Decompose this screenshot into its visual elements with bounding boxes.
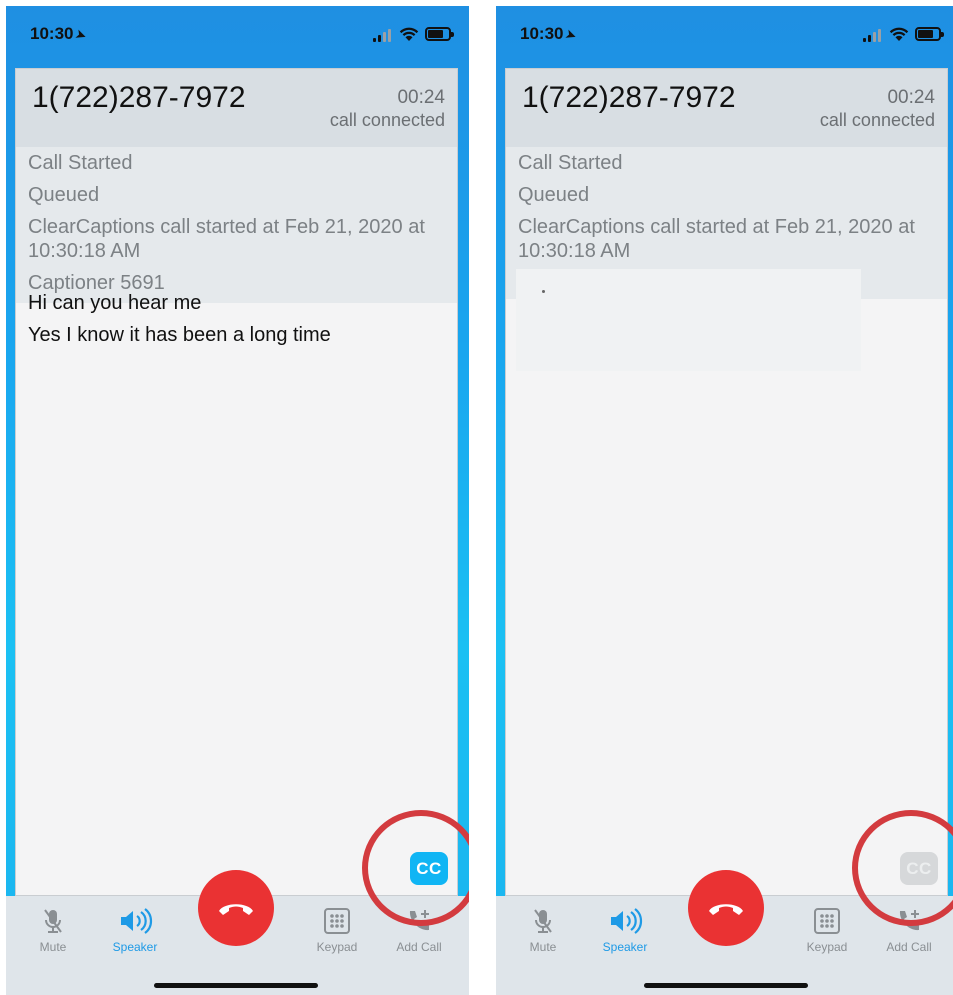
system-log: Call Started Queued ClearCaptions call s… [16, 147, 457, 303]
microphone-muted-icon [44, 909, 62, 933]
end-call-button[interactable] [688, 870, 764, 946]
faded-caption-placeholder [516, 269, 861, 371]
speaker-label: Speaker [112, 940, 158, 954]
hang-up-icon [219, 904, 253, 915]
mute-label: Mute [529, 940, 557, 954]
call-status: call connected [819, 110, 935, 130]
status-bar: 10:30➤ [6, 6, 469, 62]
location-arrow-icon: ➤ [74, 26, 89, 44]
log-line: Call Started [28, 152, 133, 174]
microphone-muted-icon [534, 909, 552, 933]
mute-label: Mute [39, 940, 67, 954]
speaker-icon [121, 908, 153, 934]
call-header: 1(722)287-7972 00:24 call connected [506, 69, 947, 147]
battery-icon [425, 27, 454, 41]
log-line: Queued [518, 184, 590, 206]
speaker-button[interactable]: Speaker [590, 906, 660, 954]
caption-cursor-dot [542, 290, 545, 293]
phone-screen-captions-on: 10:30➤ 1(722)287-7972 00:24 call connect… [6, 6, 469, 995]
keypad-icon [814, 908, 840, 934]
captions-area: Hi can you hear me Yes I know it has bee… [16, 291, 457, 355]
call-timer: 00:24 [397, 87, 445, 108]
wifi-icon [889, 27, 909, 41]
call-panel: 1(722)287-7972 00:24 call connected Call… [505, 68, 948, 896]
keypad-icon [324, 908, 350, 934]
cellular-signal-icon [863, 28, 883, 42]
log-line: ClearCaptions call started at Feb 21, 20… [518, 216, 915, 262]
caption-line: Yes I know it has been a long time [28, 324, 331, 346]
call-panel: 1(722)287-7972 00:24 call connected Call… [15, 68, 458, 896]
battery-icon [915, 27, 944, 41]
keypad-label: Keypad [316, 940, 358, 954]
keypad-label: Keypad [806, 940, 848, 954]
status-bar: 10:30➤ [496, 6, 953, 62]
speaker-icon [611, 908, 643, 934]
phone-screen-captions-off: 10:30➤ 1(722)287-7972 00:24 call connect… [496, 6, 953, 995]
caller-number: 1(722)287-7972 [32, 81, 246, 114]
home-indicator [154, 983, 318, 988]
cellular-signal-icon [373, 28, 393, 42]
wifi-icon [399, 27, 419, 41]
speaker-button[interactable]: Speaker [100, 906, 170, 954]
log-line: Call Started [518, 152, 623, 174]
caption-line: Hi can you hear me [28, 292, 202, 314]
mute-button[interactable]: Mute [18, 906, 88, 954]
status-time-text: 10:30 [30, 24, 74, 43]
call-header: 1(722)287-7972 00:24 call connected [16, 69, 457, 147]
add-call-label: Add Call [886, 940, 932, 954]
cc-highlight-circle [362, 810, 469, 926]
call-status: call connected [329, 110, 445, 130]
location-arrow-icon: ➤ [564, 26, 579, 44]
status-time: 10:30➤ [520, 24, 579, 44]
call-timer: 00:24 [887, 87, 935, 108]
end-call-button[interactable] [198, 870, 274, 946]
mute-button[interactable]: Mute [508, 906, 578, 954]
keypad-button[interactable]: Keypad [302, 906, 372, 954]
home-indicator [644, 983, 808, 988]
log-line: ClearCaptions call started at Feb 21, 20… [28, 216, 425, 262]
log-line: Queued [28, 184, 100, 206]
speaker-label: Speaker [602, 940, 648, 954]
status-time-text: 10:30 [520, 24, 564, 43]
hang-up-icon [709, 904, 743, 915]
caller-number: 1(722)287-7972 [522, 81, 736, 114]
status-time: 10:30➤ [30, 24, 89, 44]
keypad-button[interactable]: Keypad [792, 906, 862, 954]
add-call-label: Add Call [396, 940, 442, 954]
